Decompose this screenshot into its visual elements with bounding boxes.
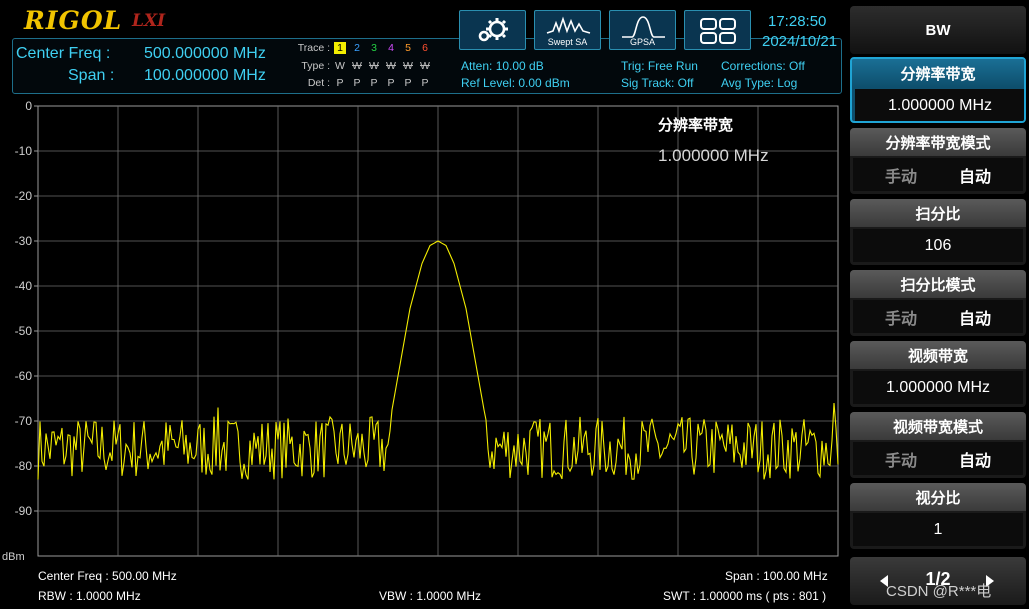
y-tick-label: -20 [15, 189, 33, 203]
window-layout-icon [700, 18, 736, 44]
trace-1-type: W [335, 60, 345, 72]
trace-3-selector[interactable]: 3 [368, 42, 380, 54]
overlay-rbw-value: 1.000000 MHz [658, 146, 769, 165]
rbw-softkey[interactable]: 分辨率带宽 1.000000 MHz [850, 57, 1026, 123]
trace-2-type: W [352, 60, 362, 72]
trace-4-selector[interactable]: 4 [385, 42, 397, 54]
det-label: Det : [307, 77, 330, 89]
rbw-mode-auto[interactable]: 自动 [959, 163, 991, 187]
span-ratio-mode-manual[interactable]: 手动 [885, 305, 917, 329]
span-value[interactable]: 100.000000 MHz [144, 67, 266, 85]
trace-3-type: W [369, 60, 379, 72]
footer-center-freq: Center Freq : 500.00 MHz [38, 569, 177, 583]
gpsa-label: GPSA [629, 37, 655, 47]
menu-title-bw: BW [850, 6, 1026, 54]
trace-1-selector[interactable]: 1 [334, 42, 346, 54]
rbw-mode-softkey[interactable]: 分辨率带宽模式 手动 自动 [850, 128, 1026, 194]
rigol-logo: RIGOL [24, 6, 123, 35]
trig-status: Trig: Free Run [621, 59, 698, 73]
rbw-softkey-value[interactable]: 1.000000 MHz [855, 89, 1024, 121]
swept-sa-label: Swept SA [547, 37, 588, 47]
footer-rbw: RBW : 1.0000 MHz [38, 589, 141, 603]
center-freq-label: Center Freq : [16, 45, 111, 62]
y-tick-label: -90 [15, 504, 33, 518]
span-ratio-softkey[interactable]: 扫分比 106 [850, 199, 1026, 265]
spectrum-analyzer-screen: RIGOL LXI Center Freq : 500.000000 MHz S… [0, 0, 1029, 609]
overlay-rbw-title: 分辨率带宽 [658, 116, 733, 134]
gpsa-button[interactable]: GPSA [609, 10, 676, 50]
trace-5-detector: P [404, 77, 412, 89]
vbw-rbw-ratio-label: 视分比 [850, 483, 1026, 511]
trace-5-selector[interactable]: 5 [402, 42, 414, 54]
trace-4-detector: P [387, 77, 395, 89]
vbw-rbw-ratio-softkey[interactable]: 视分比 1 [850, 483, 1026, 549]
y-tick-label: -40 [15, 279, 33, 293]
trace-1-detector: P [336, 77, 344, 89]
rbw-softkey-label: 分辨率带宽 [852, 59, 1024, 87]
trace-3-detector: P [370, 77, 378, 89]
trace-5-type: W [403, 60, 413, 72]
vbw-rbw-ratio-value[interactable]: 1 [853, 513, 1023, 546]
vbw-softkey[interactable]: 视频带宽 1.000000 MHz [850, 341, 1026, 407]
span-ratio-mode-label: 扫分比模式 [850, 270, 1026, 298]
span-label: Span : [68, 67, 115, 84]
trace-label: Trace : [297, 42, 330, 54]
y-tick-label: 0 [25, 99, 32, 113]
y-tick-label: -80 [15, 459, 33, 473]
swept-sa-icon [546, 16, 591, 34]
clock-date: 2024/10/21 [762, 33, 838, 50]
settings-button[interactable] [459, 10, 526, 50]
vbw-value[interactable]: 1.000000 MHz [853, 371, 1023, 404]
vbw-mode-manual[interactable]: 手动 [885, 447, 917, 471]
y-tick-label: -30 [15, 234, 33, 248]
trace-2-detector: P [353, 77, 361, 89]
span-ratio-mode-auto[interactable]: 自动 [959, 305, 991, 329]
window-layout-button[interactable] [684, 10, 751, 50]
clock-time: 17:28:50 [768, 13, 827, 30]
trace-6-detector: P [421, 77, 429, 89]
y-tick-label: -70 [15, 414, 33, 428]
vbw-mode-label: 视频带宽模式 [850, 412, 1026, 440]
y-tick-label: -60 [15, 369, 33, 383]
atten-status: Atten: 10.00 dB [461, 59, 544, 73]
footer-vbw: VBW : 1.0000 MHz [379, 589, 482, 603]
swept-sa-button[interactable]: Swept SA [534, 10, 601, 50]
gear-icon [478, 18, 508, 42]
ref-level-status: Ref Level: 0.00 dBm [461, 76, 570, 90]
sig-track-status: Sig Track: Off [621, 76, 694, 90]
span-ratio-mode-softkey[interactable]: 扫分比模式 手动 自动 [850, 270, 1026, 336]
footer-swt: SWT : 1.00000 ms ( pts : 801 ) [663, 589, 827, 603]
rbw-mode-label: 分辨率带宽模式 [850, 128, 1026, 156]
span-ratio-label: 扫分比 [850, 199, 1026, 227]
lxi-logo: LXI [132, 11, 166, 31]
y-tick-label: -50 [15, 324, 33, 338]
trace-6-selector[interactable]: 6 [419, 42, 431, 54]
span-ratio-value[interactable]: 106 [853, 229, 1023, 262]
vbw-label: 视频带宽 [850, 341, 1026, 369]
trace-4-type: W [386, 60, 396, 72]
type-label: Type : [301, 60, 330, 72]
y-tick-label: -10 [15, 144, 33, 158]
vbw-mode-softkey[interactable]: 视频带宽模式 手动 自动 [850, 412, 1026, 478]
spectrum-plot[interactable]: 0 -10 -20 -30 -40 -50 -60 -70 -80 -90 dBm 分辨率带宽 1.00… [0, 95, 845, 570]
avg-type-status: Avg Type: Log [721, 76, 798, 90]
csdn-watermark: CSDN @R***电 [886, 583, 992, 600]
center-freq-value[interactable]: 500.000000 MHz [144, 45, 266, 63]
rbw-mode-manual[interactable]: 手动 [885, 163, 917, 187]
footer-span: Span : 100.00 MHz [725, 569, 828, 583]
corrections-status: Corrections: Off [721, 59, 805, 73]
vbw-mode-auto[interactable]: 自动 [959, 447, 991, 471]
trace-2-selector[interactable]: 2 [351, 42, 363, 54]
y-unit-label: dBm [2, 551, 25, 563]
trace-6-type: W [420, 60, 430, 72]
